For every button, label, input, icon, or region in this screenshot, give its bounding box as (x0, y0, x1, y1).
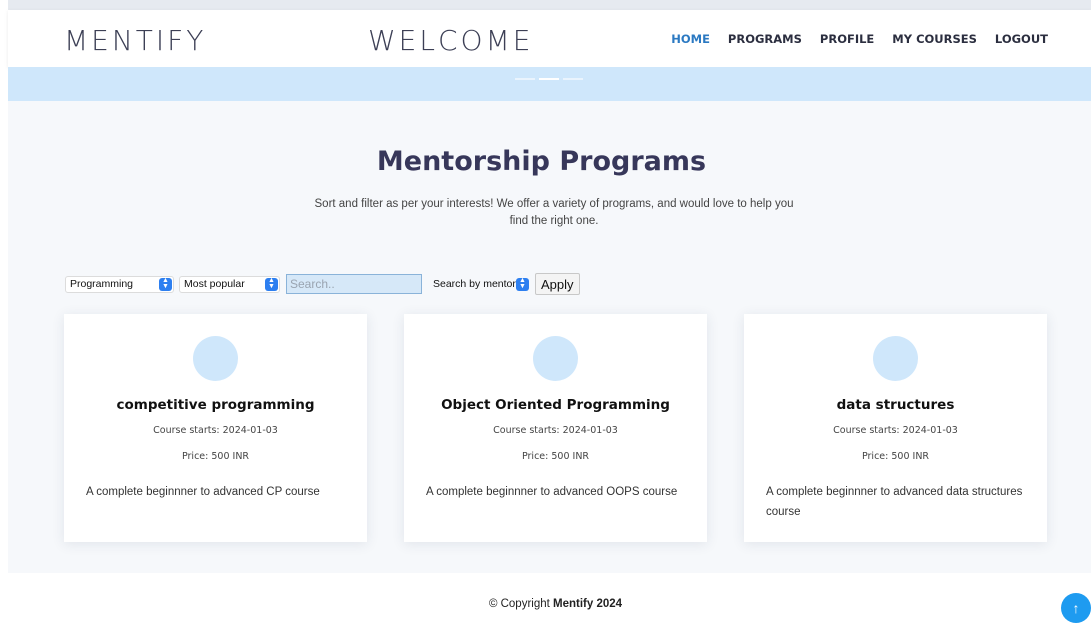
carousel-dot[interactable] (563, 78, 583, 80)
copyright-brand: Mentify 2024 (553, 598, 623, 610)
site-header: MENTIFY WELCOME HOME PROGRAMS PROFILE MY… (8, 10, 1091, 67)
carousel-indicators (515, 78, 583, 80)
page-title: Mentorship Programs (376, 146, 707, 177)
program-title[interactable]: competitive programming (64, 397, 367, 413)
program-avatar (533, 336, 578, 381)
program-price: Price: 500 INR (521, 451, 590, 462)
program-title[interactable]: Object Oriented Programming (404, 397, 707, 413)
arrow-up-icon: ↑ (1072, 600, 1080, 616)
main-nav: HOME PROGRAMS PROFILE MY COURSES LOGOUT (671, 32, 1048, 46)
nav-programs[interactable]: PROGRAMS (728, 32, 802, 46)
carousel-dot[interactable] (515, 78, 535, 80)
program-description: A complete beginnner to advanced OOPS co… (426, 486, 678, 498)
program-avatar (193, 336, 238, 381)
nav-profile[interactable]: PROFILE (820, 32, 874, 46)
program-avatar (873, 336, 918, 381)
sort-select[interactable]: Most popular ▲ ▼ (179, 275, 280, 293)
brand-logo[interactable]: MENTIFY (64, 24, 206, 57)
scroll-top-button[interactable]: ↑ (1061, 593, 1091, 623)
search-mode-value: Search by mentor (433, 277, 516, 290)
category-select[interactable]: Programming ▲ ▼ (65, 275, 174, 293)
page-subtitle: Sort and filter as per your interests! W… (314, 198, 794, 227)
copyright-text: © Copyright (488, 598, 550, 610)
nav-my-courses[interactable]: MY COURSES (892, 32, 977, 46)
nav-home[interactable]: HOME (671, 32, 710, 46)
program-card[interactable]: data structures Course starts: 2024-01-0… (744, 314, 1047, 542)
program-price: Price: 500 INR (181, 451, 250, 462)
search-mode-select[interactable]: Search by mentor ▲ ▼ (428, 276, 531, 293)
top-strip (8, 0, 1091, 10)
program-title[interactable]: data structures (744, 397, 1047, 413)
program-description: A complete beginnner to advanced data st… (766, 486, 1023, 518)
chevron-updown-icon: ▲ ▼ (516, 277, 529, 291)
program-card[interactable]: competitive programming Course starts: 2… (64, 314, 367, 542)
program-start-date: Course starts: 2024-01-03 (833, 425, 958, 436)
apply-button[interactable]: Apply (535, 273, 580, 295)
program-price: Price: 500 INR (861, 451, 930, 462)
search-input[interactable] (286, 274, 422, 294)
program-card[interactable]: Object Oriented Programming Course start… (404, 314, 707, 542)
filter-bar: Programming ▲▼ Most popular ▲▼ Search by… (65, 273, 580, 295)
program-start-date: Course starts: 2024-01-03 (153, 425, 278, 436)
category-select-value: Programming (70, 277, 134, 290)
program-start-date: Course starts: 2024-01-03 (493, 425, 618, 436)
nav-logout[interactable]: LOGOUT (995, 32, 1048, 46)
chevron-updown-icon: ▲ ▼ (265, 277, 278, 291)
program-description: A complete beginnner to advanced CP cour… (86, 486, 320, 498)
chevron-updown-icon: ▲ ▼ (159, 277, 172, 291)
sort-select-value: Most popular (184, 277, 245, 290)
footer: © Copyright Mentify 2024 (0, 598, 1091, 610)
hero-banner (8, 67, 1091, 101)
welcome-heading: WELCOME (368, 24, 534, 57)
carousel-dot-active[interactable] (539, 78, 559, 80)
